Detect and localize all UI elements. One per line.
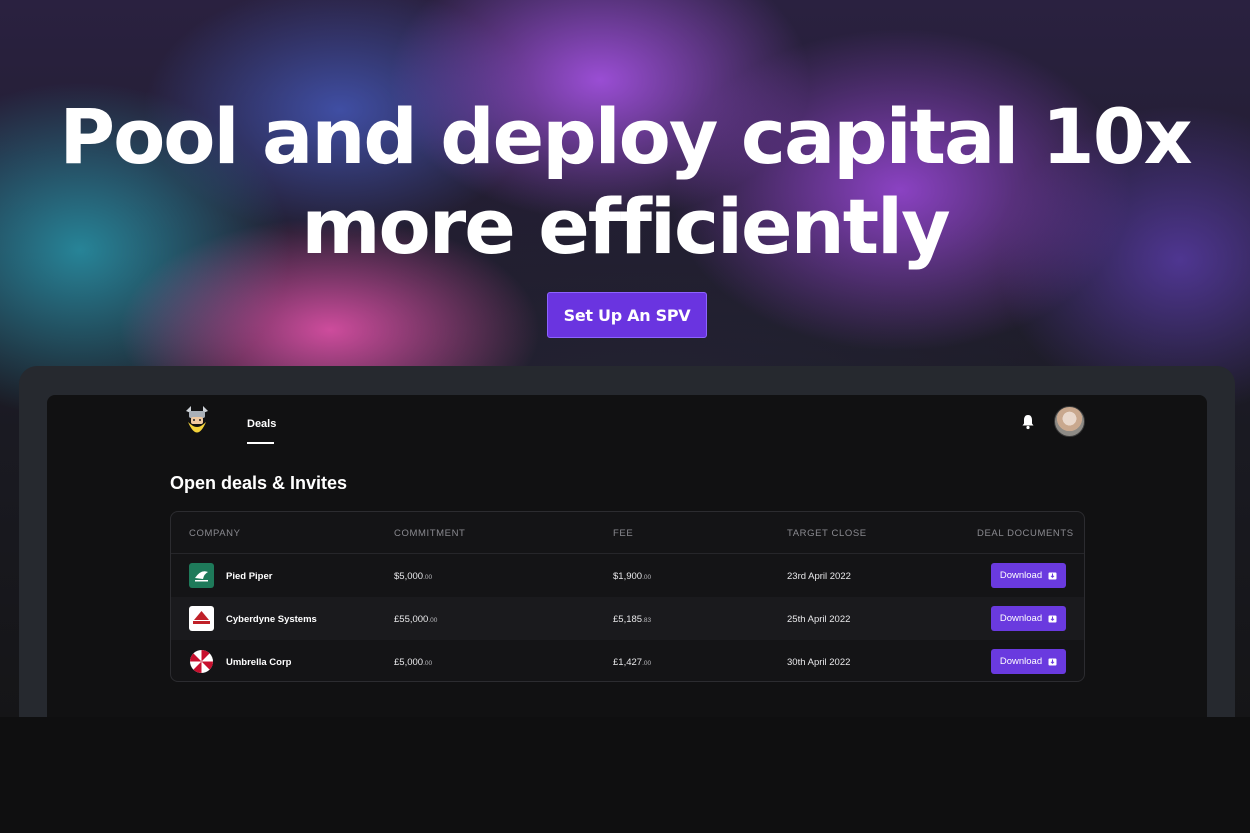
fee-value: $1,900.00 (613, 571, 651, 582)
download-label: Download (999, 656, 1043, 667)
fee-amount: £1,427 (613, 657, 643, 668)
setup-spv-button[interactable]: Set Up An SPV (547, 292, 707, 338)
pied-piper-logo (189, 563, 214, 588)
download-icon (1048, 615, 1057, 623)
target-close-date: 23rd April 2022 (787, 571, 851, 582)
target-close-date: 25th April 2022 (787, 614, 851, 625)
headline-line-1: Pool and deploy capital 10x (59, 92, 1192, 181)
download-button[interactable]: Download (991, 563, 1066, 588)
cyberdyne-logo (189, 606, 214, 631)
commitment-amount: £55,000 (394, 614, 429, 625)
deals-table: COMPANY COMMITMENT FEE TARGET CLOSE DEAL… (170, 511, 1085, 682)
fee-cents: .00 (642, 660, 652, 667)
commitment-amount: £5,000 (394, 657, 424, 668)
company-name: Cyberdyne Systems (226, 614, 317, 625)
fee-amount: £5,185 (613, 614, 643, 625)
section-title: Open deals & Invites (170, 473, 348, 493)
target-close-date: 30th April 2022 (787, 657, 851, 668)
column-header-commitment: COMMITMENT (394, 528, 466, 539)
commitment-cents: .00 (428, 617, 438, 624)
headline-line-2: more efficiently (301, 182, 950, 271)
fee-cents: .00 (642, 574, 652, 581)
fee-value: £5,185.83 (613, 614, 651, 625)
fee-cents: .83 (642, 617, 652, 624)
column-header-company: COMPANY (189, 528, 241, 539)
table-header: COMPANY COMMITMENT FEE TARGET CLOSE DEAL… (171, 512, 1084, 554)
commitment-amount: $5,000 (394, 571, 424, 582)
bell-icon[interactable] (1021, 414, 1035, 430)
fee-amount: $1,900 (613, 571, 643, 582)
download-button[interactable]: Download (991, 606, 1066, 631)
table-row: Umbrella Corp £5,000.00 £1,427.00 30th A… (171, 640, 1084, 681)
column-header-target-close: TARGET CLOSE (787, 528, 867, 539)
column-header-deal-documents: DEAL DOCUMENTS (977, 528, 1074, 539)
download-icon (1048, 572, 1057, 580)
table-row: Cyberdyne Systems £55,000.00 £5,185.83 2… (171, 597, 1084, 640)
commitment-value: £55,000.00 (394, 614, 437, 625)
download-icon (1048, 658, 1057, 666)
company-name: Umbrella Corp (226, 657, 292, 668)
table-row: Pied Piper $5,000.00 $1,900.00 23rd Apri… (171, 554, 1084, 597)
commitment-value: $5,000.00 (394, 571, 432, 582)
laptop-base (0, 717, 1250, 833)
viking-logo-icon[interactable] (183, 405, 211, 439)
fee-value: £1,427.00 (613, 657, 651, 668)
active-tab-indicator (247, 442, 274, 444)
avatar[interactable] (1054, 406, 1085, 437)
download-button[interactable]: Download (991, 649, 1066, 674)
commitment-cents: .00 (423, 660, 433, 667)
download-label: Download (999, 613, 1043, 624)
tab-deals[interactable]: Deals (247, 418, 276, 430)
column-header-fee: FEE (613, 528, 634, 539)
commitment-value: £5,000.00 (394, 657, 432, 668)
download-label: Download (999, 570, 1043, 581)
umbrella-logo (189, 649, 214, 674)
company-name: Pied Piper (226, 571, 273, 582)
commitment-cents: .00 (423, 574, 433, 581)
hero-headline: Pool and deploy capital 10x more efficie… (0, 92, 1250, 272)
